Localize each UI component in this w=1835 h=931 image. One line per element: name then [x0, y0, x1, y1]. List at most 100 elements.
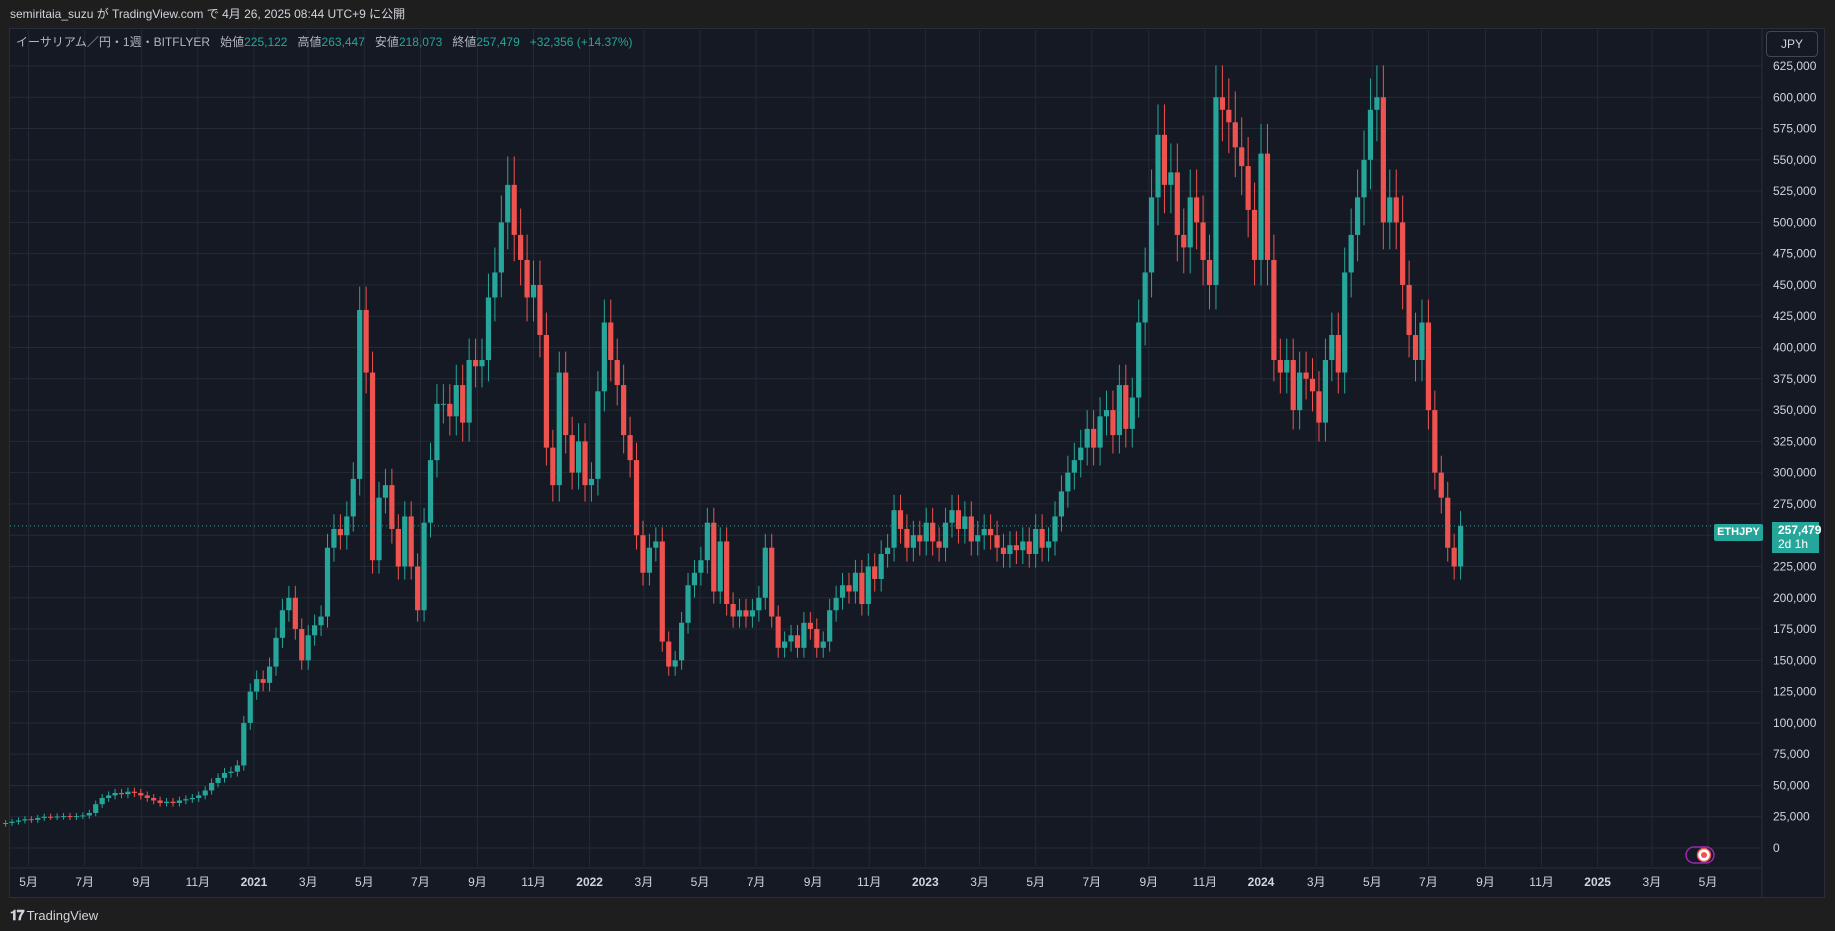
y-tick-label: 175,000 — [1773, 622, 1817, 636]
candle-body — [1200, 222, 1206, 260]
candle-body — [163, 801, 170, 803]
x-tick-label: 11月 — [1529, 875, 1553, 889]
candle-body — [440, 403, 446, 405]
x-tick-label: 2024 — [1248, 875, 1275, 889]
candle-body — [1232, 122, 1238, 148]
candle-body — [1065, 472, 1071, 492]
candle-body — [1168, 172, 1174, 185]
candle-body — [254, 679, 260, 692]
y-tick-label: 325,000 — [1773, 434, 1817, 448]
candlestick-chart[interactable]: 0 25,000 50,000 75,000 100,000 125,000 150,000… — [0, 0, 1835, 931]
candle-body — [646, 547, 653, 573]
x-tick-label: 9月 — [468, 875, 487, 889]
y-tick-label: 25,000 — [1773, 810, 1810, 824]
candle-body — [1419, 322, 1425, 361]
candle-body — [376, 497, 382, 561]
replay-icon[interactable] — [1685, 845, 1715, 865]
candle-body — [827, 610, 833, 642]
y-tick-label: 125,000 — [1773, 685, 1817, 699]
low-value: 218,073 — [398, 35, 443, 49]
y-tick-label: 100,000 — [1773, 716, 1817, 730]
candle-body — [1007, 545, 1013, 554]
candle-body — [1213, 97, 1219, 285]
y-tick-label: 275,000 — [1773, 497, 1817, 511]
candle-body — [1110, 410, 1116, 436]
x-tick-label: 11月 — [1193, 875, 1217, 889]
candle-body — [479, 360, 485, 367]
candle-body — [176, 800, 183, 803]
candle-body — [588, 478, 595, 486]
y-tick-label: 200,000 — [1773, 591, 1817, 605]
candle-body — [691, 572, 698, 586]
candle-body — [151, 797, 157, 801]
candle-body — [1438, 472, 1444, 498]
x-tick-label: 3月 — [1643, 875, 1662, 889]
candle-body — [241, 722, 247, 766]
symbol-name[interactable]: イーサリアム／円・1週・BITFLYER — [16, 35, 210, 49]
brand[interactable]: 𝟏𝟕 TradingView — [10, 907, 98, 924]
candle-body — [724, 541, 730, 605]
candle-body — [968, 516, 974, 542]
last-price-value: 257,479 — [1778, 523, 1822, 537]
y-tick-label: 575,000 — [1773, 122, 1817, 136]
candle-body — [891, 510, 897, 548]
candle-body — [408, 516, 414, 567]
candle-body — [769, 547, 775, 617]
candle-body — [505, 184, 511, 223]
candle-body — [846, 585, 852, 592]
candle-body — [1116, 385, 1122, 436]
currency-button[interactable]: JPY — [1766, 31, 1818, 57]
x-tick-label: 5月 — [355, 875, 374, 889]
candle-body — [1219, 97, 1225, 110]
candle-body — [1097, 416, 1103, 448]
candle-body — [234, 765, 240, 772]
x-tick-label: 3月 — [1307, 875, 1326, 889]
candle-body — [2, 822, 9, 824]
candle-body — [1239, 147, 1245, 167]
candle-body — [659, 541, 665, 642]
candle-body — [54, 816, 60, 818]
candle-body — [273, 637, 279, 667]
brand-name: TradingView — [26, 908, 99, 923]
candle-body — [415, 566, 421, 611]
candle-body — [1013, 545, 1019, 551]
candle-body — [601, 322, 607, 392]
candle-body — [1425, 322, 1432, 411]
candle-body — [421, 522, 427, 611]
candle-body — [949, 510, 955, 523]
candle-body — [556, 372, 562, 486]
y-tick-label: 75,000 — [1773, 747, 1810, 761]
candle-body — [550, 447, 556, 486]
candle-body — [1052, 516, 1058, 542]
open-value: 225,122 — [244, 35, 288, 49]
candle-body — [112, 792, 118, 796]
candle-body — [1335, 335, 1341, 373]
y-tick-label: 600,000 — [1773, 90, 1817, 104]
candle-body — [1194, 197, 1200, 223]
candle-body — [1091, 428, 1097, 448]
candle-body — [1258, 153, 1264, 260]
candle-body — [962, 516, 968, 529]
y-tick-label: 525,000 — [1773, 184, 1817, 198]
x-tick-label: 9月 — [1139, 875, 1158, 889]
candle-body — [357, 309, 363, 479]
candle-body — [318, 616, 324, 626]
y-tick-label: 450,000 — [1773, 278, 1817, 292]
x-tick-label: 7月 — [747, 875, 766, 889]
candle-body — [1303, 372, 1309, 379]
candle-body — [48, 816, 54, 818]
candle-body — [1348, 234, 1354, 273]
candle-body — [743, 610, 749, 617]
candle-body — [1400, 222, 1406, 285]
candle-body — [447, 403, 453, 417]
candle-body — [988, 528, 994, 536]
candle-body — [736, 610, 743, 617]
candle-body — [67, 816, 73, 818]
bar-countdown: 2d 1h — [1778, 537, 1809, 551]
candle-body — [331, 528, 337, 548]
x-tick-label: 2025 — [1584, 875, 1611, 889]
x-tick-label: 9月 — [804, 875, 823, 889]
x-tick-label: 11月 — [857, 875, 881, 889]
candle-body — [756, 597, 762, 611]
candle-body — [775, 616, 781, 648]
